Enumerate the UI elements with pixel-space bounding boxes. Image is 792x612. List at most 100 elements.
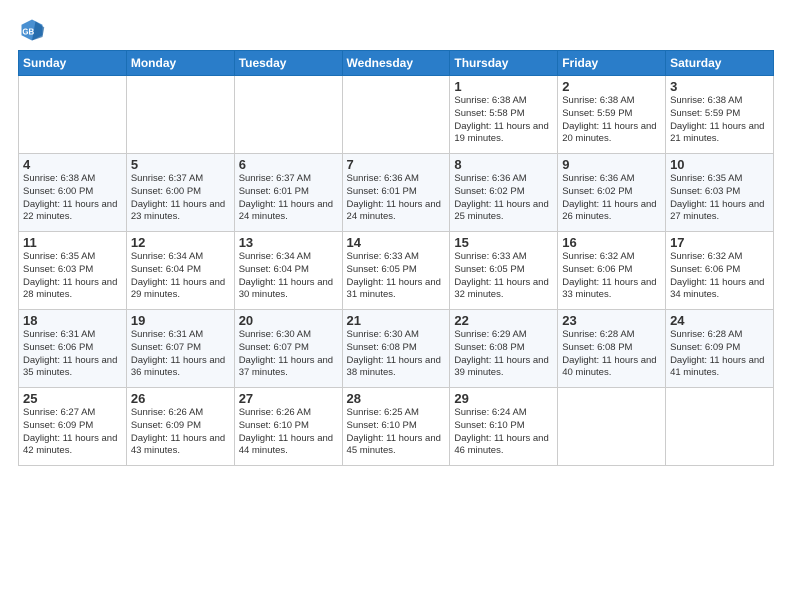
day-number: 20 <box>239 313 338 328</box>
day-info: Sunrise: 6:32 AM Sunset: 6:06 PM Dayligh… <box>670 251 769 302</box>
calendar-cell: 7Sunrise: 6:36 AM Sunset: 6:01 PM Daylig… <box>342 154 450 232</box>
calendar-week-4: 18Sunrise: 6:31 AM Sunset: 6:06 PM Dayli… <box>19 310 774 388</box>
day-number: 27 <box>239 391 338 406</box>
day-number: 7 <box>347 157 446 172</box>
day-info: Sunrise: 6:37 AM Sunset: 6:00 PM Dayligh… <box>131 173 230 224</box>
day-number: 1 <box>454 79 553 94</box>
calendar-cell <box>126 76 234 154</box>
day-number: 2 <box>562 79 661 94</box>
weekday-header-friday: Friday <box>558 51 666 76</box>
day-info: Sunrise: 6:25 AM Sunset: 6:10 PM Dayligh… <box>347 407 446 458</box>
weekday-header-monday: Monday <box>126 51 234 76</box>
calendar-header-row: SundayMondayTuesdayWednesdayThursdayFrid… <box>19 51 774 76</box>
calendar-cell: 23Sunrise: 6:28 AM Sunset: 6:08 PM Dayli… <box>558 310 666 388</box>
calendar-cell: 18Sunrise: 6:31 AM Sunset: 6:06 PM Dayli… <box>19 310 127 388</box>
day-info: Sunrise: 6:33 AM Sunset: 6:05 PM Dayligh… <box>454 251 553 302</box>
day-info: Sunrise: 6:36 AM Sunset: 6:02 PM Dayligh… <box>562 173 661 224</box>
weekday-header-saturday: Saturday <box>666 51 774 76</box>
day-number: 3 <box>670 79 769 94</box>
calendar-cell <box>342 76 450 154</box>
day-number: 26 <box>131 391 230 406</box>
calendar-cell <box>666 388 774 466</box>
day-info: Sunrise: 6:27 AM Sunset: 6:09 PM Dayligh… <box>23 407 122 458</box>
day-number: 29 <box>454 391 553 406</box>
day-number: 4 <box>23 157 122 172</box>
calendar-cell: 5Sunrise: 6:37 AM Sunset: 6:00 PM Daylig… <box>126 154 234 232</box>
weekday-header-tuesday: Tuesday <box>234 51 342 76</box>
page-header: GB <box>18 16 774 44</box>
day-number: 21 <box>347 313 446 328</box>
calendar-cell: 27Sunrise: 6:26 AM Sunset: 6:10 PM Dayli… <box>234 388 342 466</box>
calendar-cell: 17Sunrise: 6:32 AM Sunset: 6:06 PM Dayli… <box>666 232 774 310</box>
day-number: 6 <box>239 157 338 172</box>
day-info: Sunrise: 6:35 AM Sunset: 6:03 PM Dayligh… <box>23 251 122 302</box>
day-info: Sunrise: 6:38 AM Sunset: 6:00 PM Dayligh… <box>23 173 122 224</box>
day-info: Sunrise: 6:32 AM Sunset: 6:06 PM Dayligh… <box>562 251 661 302</box>
day-number: 22 <box>454 313 553 328</box>
calendar-cell: 14Sunrise: 6:33 AM Sunset: 6:05 PM Dayli… <box>342 232 450 310</box>
day-info: Sunrise: 6:34 AM Sunset: 6:04 PM Dayligh… <box>131 251 230 302</box>
day-number: 25 <box>23 391 122 406</box>
calendar-cell: 11Sunrise: 6:35 AM Sunset: 6:03 PM Dayli… <box>19 232 127 310</box>
calendar-cell: 2Sunrise: 6:38 AM Sunset: 5:59 PM Daylig… <box>558 76 666 154</box>
calendar-cell: 3Sunrise: 6:38 AM Sunset: 5:59 PM Daylig… <box>666 76 774 154</box>
day-number: 15 <box>454 235 553 250</box>
day-info: Sunrise: 6:36 AM Sunset: 6:02 PM Dayligh… <box>454 173 553 224</box>
day-info: Sunrise: 6:30 AM Sunset: 6:07 PM Dayligh… <box>239 329 338 380</box>
day-number: 11 <box>23 235 122 250</box>
calendar-cell: 25Sunrise: 6:27 AM Sunset: 6:09 PM Dayli… <box>19 388 127 466</box>
calendar-cell: 9Sunrise: 6:36 AM Sunset: 6:02 PM Daylig… <box>558 154 666 232</box>
calendar-cell <box>558 388 666 466</box>
day-info: Sunrise: 6:28 AM Sunset: 6:08 PM Dayligh… <box>562 329 661 380</box>
logo-icon: GB <box>18 16 46 44</box>
calendar-cell: 1Sunrise: 6:38 AM Sunset: 5:58 PM Daylig… <box>450 76 558 154</box>
day-info: Sunrise: 6:30 AM Sunset: 6:08 PM Dayligh… <box>347 329 446 380</box>
calendar-cell: 16Sunrise: 6:32 AM Sunset: 6:06 PM Dayli… <box>558 232 666 310</box>
day-info: Sunrise: 6:36 AM Sunset: 6:01 PM Dayligh… <box>347 173 446 224</box>
day-number: 13 <box>239 235 338 250</box>
day-info: Sunrise: 6:34 AM Sunset: 6:04 PM Dayligh… <box>239 251 338 302</box>
day-number: 23 <box>562 313 661 328</box>
day-info: Sunrise: 6:26 AM Sunset: 6:09 PM Dayligh… <box>131 407 230 458</box>
calendar-cell: 19Sunrise: 6:31 AM Sunset: 6:07 PM Dayli… <box>126 310 234 388</box>
weekday-header-thursday: Thursday <box>450 51 558 76</box>
day-info: Sunrise: 6:33 AM Sunset: 6:05 PM Dayligh… <box>347 251 446 302</box>
day-number: 10 <box>670 157 769 172</box>
calendar-cell: 6Sunrise: 6:37 AM Sunset: 6:01 PM Daylig… <box>234 154 342 232</box>
day-number: 14 <box>347 235 446 250</box>
day-info: Sunrise: 6:35 AM Sunset: 6:03 PM Dayligh… <box>670 173 769 224</box>
day-info: Sunrise: 6:38 AM Sunset: 5:59 PM Dayligh… <box>670 95 769 146</box>
day-info: Sunrise: 6:38 AM Sunset: 5:58 PM Dayligh… <box>454 95 553 146</box>
svg-text:GB: GB <box>22 27 34 36</box>
calendar-week-5: 25Sunrise: 6:27 AM Sunset: 6:09 PM Dayli… <box>19 388 774 466</box>
calendar-cell: 28Sunrise: 6:25 AM Sunset: 6:10 PM Dayli… <box>342 388 450 466</box>
calendar-cell: 24Sunrise: 6:28 AM Sunset: 6:09 PM Dayli… <box>666 310 774 388</box>
day-info: Sunrise: 6:28 AM Sunset: 6:09 PM Dayligh… <box>670 329 769 380</box>
calendar-cell <box>234 76 342 154</box>
day-number: 12 <box>131 235 230 250</box>
weekday-header-wednesday: Wednesday <box>342 51 450 76</box>
calendar-table: SundayMondayTuesdayWednesdayThursdayFrid… <box>18 50 774 466</box>
day-info: Sunrise: 6:26 AM Sunset: 6:10 PM Dayligh… <box>239 407 338 458</box>
day-info: Sunrise: 6:37 AM Sunset: 6:01 PM Dayligh… <box>239 173 338 224</box>
day-number: 5 <box>131 157 230 172</box>
day-number: 24 <box>670 313 769 328</box>
day-info: Sunrise: 6:31 AM Sunset: 6:07 PM Dayligh… <box>131 329 230 380</box>
day-info: Sunrise: 6:31 AM Sunset: 6:06 PM Dayligh… <box>23 329 122 380</box>
calendar-cell: 29Sunrise: 6:24 AM Sunset: 6:10 PM Dayli… <box>450 388 558 466</box>
calendar-cell: 12Sunrise: 6:34 AM Sunset: 6:04 PM Dayli… <box>126 232 234 310</box>
day-number: 18 <box>23 313 122 328</box>
calendar-cell: 13Sunrise: 6:34 AM Sunset: 6:04 PM Dayli… <box>234 232 342 310</box>
calendar-cell: 4Sunrise: 6:38 AM Sunset: 6:00 PM Daylig… <box>19 154 127 232</box>
day-number: 16 <box>562 235 661 250</box>
calendar-week-2: 4Sunrise: 6:38 AM Sunset: 6:00 PM Daylig… <box>19 154 774 232</box>
calendar-cell: 26Sunrise: 6:26 AM Sunset: 6:09 PM Dayli… <box>126 388 234 466</box>
calendar-cell: 20Sunrise: 6:30 AM Sunset: 6:07 PM Dayli… <box>234 310 342 388</box>
day-number: 19 <box>131 313 230 328</box>
calendar-cell: 15Sunrise: 6:33 AM Sunset: 6:05 PM Dayli… <box>450 232 558 310</box>
weekday-header-sunday: Sunday <box>19 51 127 76</box>
day-info: Sunrise: 6:38 AM Sunset: 5:59 PM Dayligh… <box>562 95 661 146</box>
calendar-cell <box>19 76 127 154</box>
day-number: 17 <box>670 235 769 250</box>
day-info: Sunrise: 6:29 AM Sunset: 6:08 PM Dayligh… <box>454 329 553 380</box>
